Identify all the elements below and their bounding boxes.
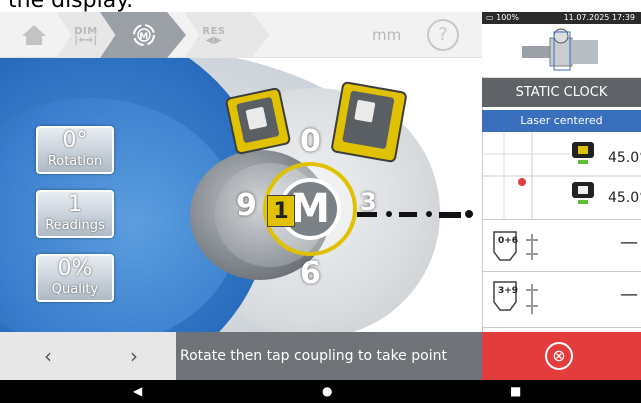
home-button[interactable] <box>14 12 54 58</box>
bottom-bar: ‹ › Rotate then tap coupling to take poi… <box>0 332 641 380</box>
target-grid-icon <box>482 132 641 220</box>
sensor-angle-1: 45.0° <box>608 150 641 166</box>
rotation-metric: 0° Rotation <box>36 126 114 174</box>
home-circle-icon[interactable]: ● <box>322 384 332 398</box>
clock-position-6: 6 <box>300 256 321 291</box>
back-icon[interactable]: ◀ <box>133 384 142 398</box>
rotation-value: 0° <box>62 128 88 153</box>
instruction-message: Rotate then tap coupling to take point <box>176 332 482 380</box>
recents-icon[interactable]: ■ <box>510 384 521 398</box>
battery-level: 100% <box>496 13 519 22</box>
status-bar: ▭ 100% 11.07.2025 17:39 <box>482 12 641 24</box>
position-row-0-6[interactable] <box>482 222 641 272</box>
quality-metric: 0% Quality <box>36 254 114 302</box>
sensor-right <box>330 80 408 164</box>
cancel-button[interactable]: ⊗ <box>482 332 641 380</box>
top-toolbar: DIM |⟷| M RES ◀▶ mm ? <box>0 12 482 58</box>
position-0-6-icon <box>493 231 538 261</box>
previous-button[interactable]: ‹ <box>4 332 92 380</box>
position-3-9-label: 3+9 <box>498 286 519 296</box>
battery-icon: ▭ <box>486 13 494 22</box>
home-icon <box>22 25 46 45</box>
laser-target-panel <box>482 132 641 220</box>
rotation-label: Rotation <box>47 154 103 169</box>
clock-position-0: 0 <box>300 124 321 159</box>
mode-title: STATIC CLOCK <box>482 78 641 107</box>
laser-status: Laser centered <box>482 110 641 132</box>
next-button[interactable]: › <box>90 332 178 380</box>
static-clock-thumbnail[interactable] <box>482 24 641 78</box>
step-measure-button[interactable]: M <box>122 12 166 58</box>
help-button[interactable]: ? <box>427 19 459 51</box>
date-time: 11.07.2025 17:39 <box>563 13 635 22</box>
readings-label: Readings <box>45 218 105 233</box>
readings-value: 1 <box>68 192 82 217</box>
laser-line <box>357 210 473 218</box>
android-nav-bar: ◀ ● ■ <box>0 380 641 403</box>
clock-position-9: 9 <box>236 188 257 223</box>
step-dim-button[interactable]: DIM |⟷| <box>66 12 106 58</box>
sensor-left <box>224 86 292 156</box>
results-icon: ◀▶ <box>205 34 223 46</box>
quality-label: Quality <box>51 282 99 297</box>
sensor-angle-2: 45.0° <box>608 190 641 206</box>
cancel-icon: ⊗ <box>545 342 573 370</box>
readings-metric: 1 Readings <box>36 190 114 238</box>
position-0-6-label: 0+6 <box>498 236 519 246</box>
position-3-9-value: — <box>620 284 638 305</box>
coupling-scene: 0 3 6 9 M 1 0° Rotation 1 Readings 0% Qu… <box>0 58 482 332</box>
measure-icon: M <box>133 24 155 46</box>
reading-number-badge: 1 <box>267 195 295 227</box>
step-res-button[interactable]: RES ◀▶ <box>194 12 234 58</box>
screen: the display. DIM |⟷| M RES ◀▶ mm ? 0 3 6… <box>0 0 641 403</box>
quality-value: 0% <box>57 256 93 281</box>
position-row-3-9[interactable] <box>482 272 641 328</box>
position-0-6-value: — <box>620 232 638 253</box>
units-button[interactable]: mm <box>372 26 401 44</box>
dimensions-icon: |⟷| <box>74 34 98 46</box>
machine-thumbnail-icon <box>522 28 598 71</box>
svg-text:M: M <box>139 32 148 42</box>
position-3-9-icon <box>493 281 538 314</box>
